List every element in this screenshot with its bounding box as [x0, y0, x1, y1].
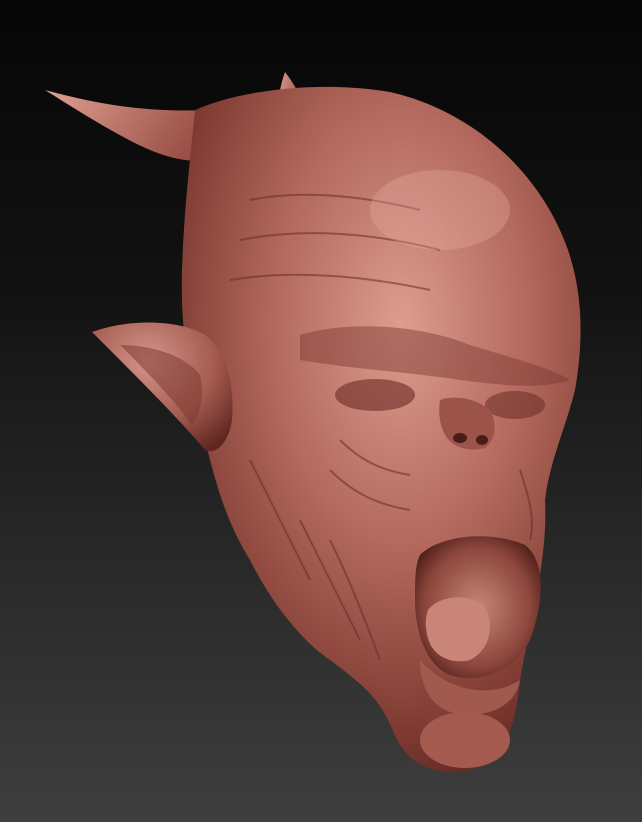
sculpt-viewport[interactable] [0, 0, 642, 822]
creature-head-sculpt [45, 72, 581, 772]
horn-left [45, 90, 215, 161]
